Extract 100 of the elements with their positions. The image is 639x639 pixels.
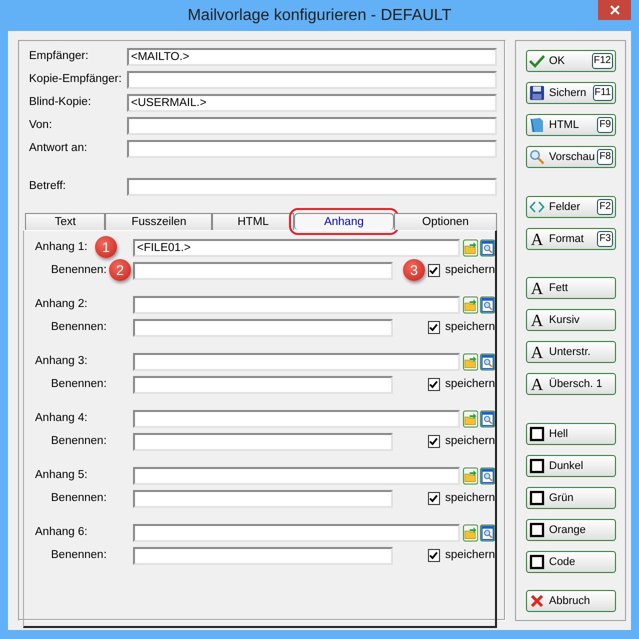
field-label: Anhang 1: [35,240,88,253]
check-icon [429,437,438,446]
checkbox-label: speichern [445,434,495,448]
folder-icon[interactable] [462,296,478,314]
window-title: Mailvorlage konfigurieren - DEFAULT [186,6,452,26]
document-icon [529,117,545,133]
toolbar-button[interactable]: Code [526,551,616,573]
input-field[interactable] [133,432,393,450]
checkbox-label: speichern [445,378,495,392]
magnifier-icon[interactable] [480,352,495,370]
field-label: Von: [29,118,52,131]
toolbar-button[interactable]: HTML F9 [526,114,616,136]
folder-icon[interactable] [462,466,478,484]
field-label: Benennen: [51,434,107,447]
font-icon: A [529,344,545,360]
toolbar-button[interactable]: Grün [526,487,616,509]
input-field[interactable] [127,116,497,134]
input-field[interactable] [133,376,393,394]
input-field[interactable] [127,140,497,158]
shortcut-key: F2 [597,199,613,215]
checkbox[interactable] [428,264,440,277]
field-label: Benennen: [51,320,107,333]
toolbar-button[interactable]: A Unterstr. [526,341,616,363]
input-field[interactable] [133,466,460,484]
close-icon [608,4,620,16]
input-field[interactable] [127,178,497,196]
field-label: Benennen: [51,548,107,561]
folder-icon[interactable] [462,238,478,256]
toolbar-button[interactable]: A Übersch. 1 [526,373,616,395]
toolbar-button[interactable]: Orange [526,519,616,541]
search-icon [529,149,545,165]
input-field[interactable] [133,352,460,370]
field-label: Anhang 4: [35,412,88,424]
magnifier-icon[interactable] [480,466,495,484]
square-icon [529,426,545,442]
magnifier-icon[interactable] [480,238,495,256]
input-field[interactable]: <FILE01.> [133,238,460,256]
input-field[interactable] [133,318,393,336]
callout-badge: 1 [95,236,117,258]
toolbar-button[interactable]: Sichern F11 [526,82,616,104]
toolbar-button[interactable]: A Fett [526,277,616,299]
input-field[interactable] [133,296,460,314]
input-field[interactable] [127,70,497,88]
check-icon [429,494,438,503]
input-field[interactable]: <USERMAIL.> [127,94,497,112]
checkbox[interactable] [428,492,440,505]
font-icon: A [529,230,545,248]
field-label: Betreff: [29,180,66,192]
field-label: Anhang 3: [35,354,88,367]
field-label: Anhang 5: [35,468,88,481]
toolbar-button[interactable]: Hell [526,423,616,445]
shortcut-key: F8 [597,149,613,165]
magnifier-icon[interactable] [480,524,495,542]
checkbox-label: speichern [445,548,495,562]
toolbar-button[interactable]: OK F12 [526,50,616,72]
font-icon: A [529,376,545,392]
font-icon: A [529,312,545,328]
input-field[interactable]: <MAILTO.> [127,48,497,66]
input-field[interactable] [133,524,460,542]
field-label: Blind-Kopie: [29,96,92,108]
field-label: Benennen: [51,492,107,504]
toolbar-button[interactable]: A Format F3 [526,228,616,250]
toolbar-button[interactable]: Dunkel [526,455,616,477]
folder-icon[interactable] [462,524,478,542]
tab[interactable]: HTML [212,213,294,230]
tab[interactable]: Fusszeilen [105,213,212,230]
checkbox[interactable] [428,435,440,448]
checkbox-label: speichern [445,320,495,334]
input-field[interactable] [133,262,393,280]
check-icon [429,266,438,275]
toolbar-button[interactable]: Abbruch [526,590,616,612]
square-icon [529,554,545,570]
checkbox[interactable] [428,321,440,334]
tab[interactable]: Optionen [394,213,497,230]
field-label: Anhang 2: [35,298,88,310]
callout-badge: 3 [403,259,425,281]
folder-icon[interactable] [462,410,478,428]
close-button[interactable] [598,0,631,20]
magnifier-icon[interactable] [480,410,495,428]
input-field[interactable] [133,546,393,564]
font-icon: A [529,280,545,296]
check-icon [429,551,438,560]
shortcut-key: F11 [592,85,613,101]
field-label: Empfänger: [29,50,88,62]
tab[interactable]: Text [25,213,106,230]
callout-badge: 2 [109,259,131,281]
field-label: Anhang 6: [35,526,88,538]
field-label: Kopie-Empfänger: [29,72,122,85]
checkbox[interactable] [428,378,440,391]
check-icon [429,323,438,332]
shortcut-key: F3 [597,231,613,247]
toolbar-button[interactable]: A Kursiv [526,309,616,331]
square-icon [529,490,545,506]
input-field[interactable] [133,410,460,428]
input-field[interactable] [133,490,393,508]
checkbox[interactable] [428,549,440,562]
magnifier-icon[interactable] [480,296,495,314]
toolbar-button[interactable]: Felder F2 [526,196,616,218]
toolbar-button[interactable]: Vorschau F8 [526,146,616,168]
folder-icon[interactable] [462,352,478,370]
